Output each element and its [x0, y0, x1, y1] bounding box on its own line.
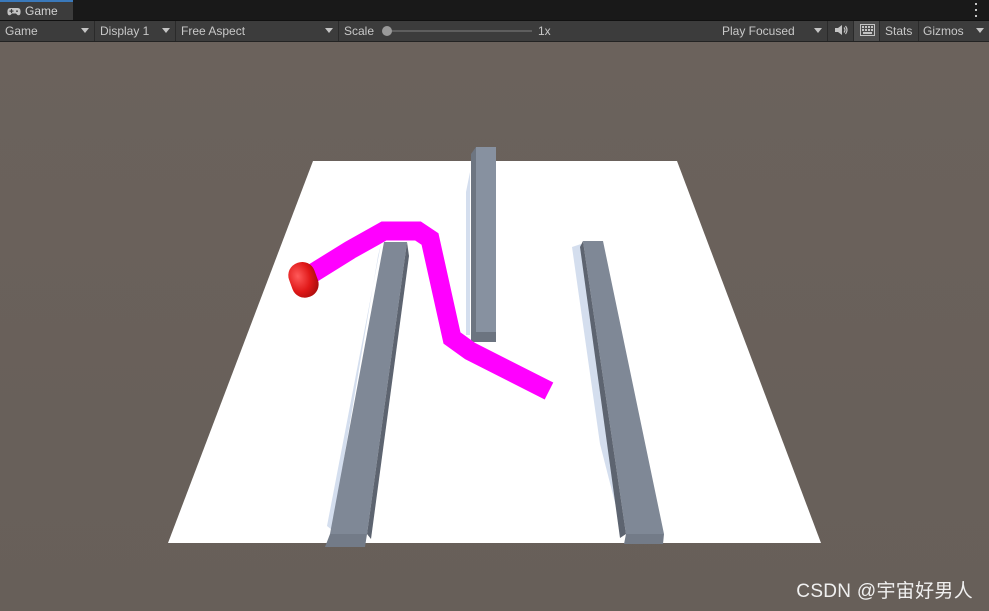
keyboard-icon — [860, 23, 875, 39]
chevron-down-icon — [162, 28, 170, 33]
scale-slider-handle[interactable] — [382, 26, 392, 36]
scale-label: Scale — [344, 24, 375, 38]
keyboard-shortcuts-toggle[interactable] — [854, 21, 880, 41]
aspect-select[interactable]: Free Aspect — [176, 21, 339, 41]
game-viewport[interactable]: CSDN @宇宙好男人 — [0, 42, 989, 611]
display-select-label: Display 1 — [100, 24, 150, 38]
gizmos-label: Gizmos — [923, 24, 964, 38]
game-scene — [0, 42, 989, 611]
gizmos-dropdown[interactable]: Gizmos — [919, 21, 989, 41]
chevron-down-icon — [976, 28, 984, 33]
stats-label: Stats — [885, 24, 913, 38]
wall-shadow — [466, 172, 470, 335]
speaker-icon — [834, 24, 848, 39]
chevron-down-icon — [814, 28, 822, 33]
gamepad-icon — [7, 6, 21, 16]
tab-game[interactable]: Game — [0, 0, 73, 20]
play-mode-select[interactable]: Play Focused — [717, 21, 828, 41]
scale-slider-track[interactable] — [386, 30, 532, 32]
tab-bar: Game — [0, 0, 989, 21]
chevron-down-icon — [81, 28, 89, 33]
view-select-label: Game — [5, 24, 38, 38]
view-select[interactable]: Game — [0, 21, 95, 41]
play-mode-label: Play Focused — [722, 24, 795, 38]
more-options-icon[interactable] — [971, 3, 981, 17]
watermark-text: CSDN @宇宙好男人 — [796, 581, 973, 602]
chevron-down-icon — [325, 28, 333, 33]
mute-audio-button[interactable] — [828, 21, 854, 41]
tab-label: Game — [25, 4, 58, 18]
center-wall — [471, 147, 496, 342]
display-select[interactable]: Display 1 — [95, 21, 176, 41]
stats-toggle[interactable]: Stats — [880, 21, 919, 41]
aspect-select-label: Free Aspect — [181, 24, 246, 38]
scale-value: 1x — [538, 24, 551, 38]
